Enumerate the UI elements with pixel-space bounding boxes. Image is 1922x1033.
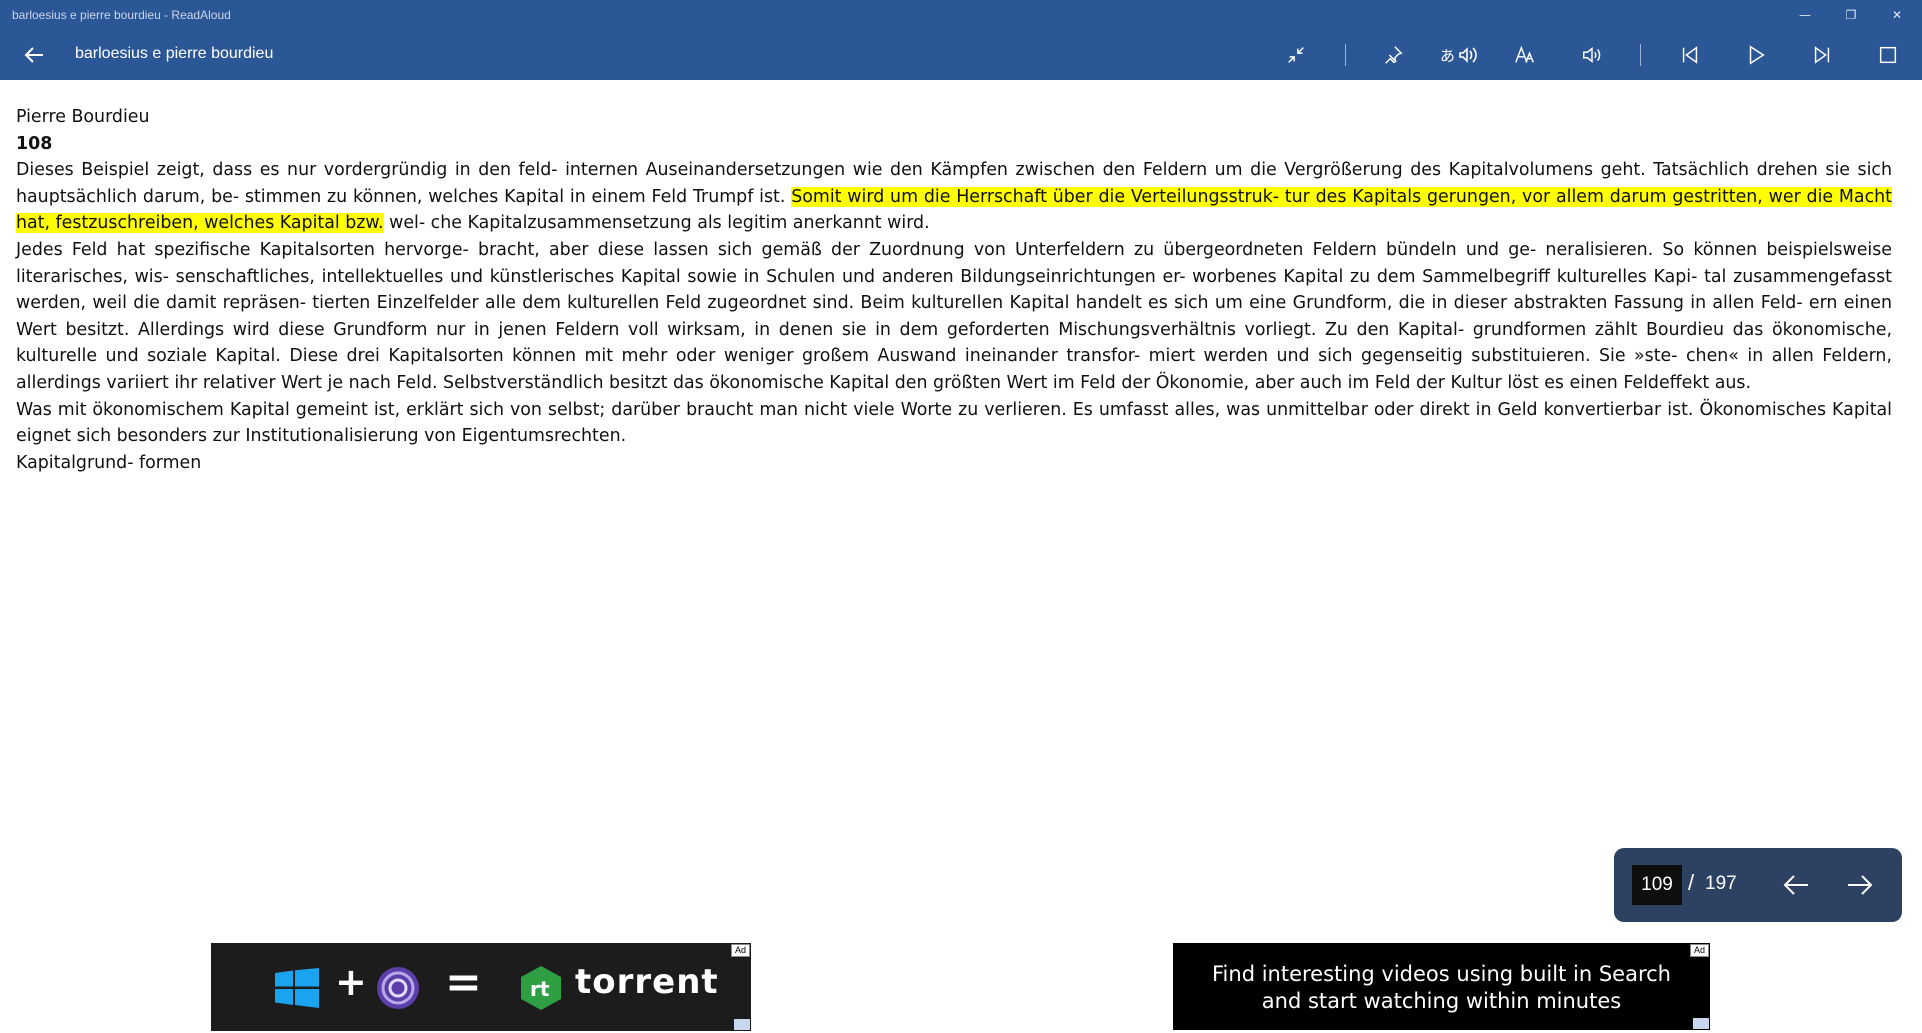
equals-sign: = — [445, 957, 482, 1008]
advertisement-banner[interactable]: + = rt torrent Ad — [211, 943, 751, 1031]
text-size-icon — [1515, 45, 1534, 63]
paragraph-text: wel- che Kapitalzusammensetzung als legi… — [383, 213, 930, 234]
paragraph-3: Was mit ökonomischem Kapital gemeint ist… — [16, 399, 1892, 447]
language-voice-icon: あ — [1440, 47, 1477, 65]
reader-content: Pierre Bourdieu 108 Dieses Beispiel zeig… — [16, 104, 1892, 476]
language-voice-button[interactable]: あ — [1437, 40, 1483, 70]
collapse-icon — [1288, 47, 1304, 63]
skip-next-icon — [1814, 46, 1830, 64]
play-icon — [1749, 45, 1765, 65]
document-title: barloesius e pierre bourdieu — [75, 45, 274, 62]
ad-text: Find interesting videos using built in S… — [1173, 961, 1710, 1015]
paragraph-2: Jedes Feld hat spezifische Kapitalsorten… — [16, 239, 1892, 393]
skip-previous-icon — [1682, 46, 1698, 64]
stop-button[interactable] — [1868, 40, 1908, 70]
window-title: barloesius e pierre bourdieu - ReadAloud — [12, 8, 231, 22]
advertisement-banner[interactable]: Find interesting videos using built in S… — [1173, 943, 1710, 1030]
paragraph-4: Kapitalgrund- formen — [16, 452, 202, 473]
page-navigator: 109 / 197 — [1614, 848, 1902, 922]
stop-icon — [1879, 46, 1897, 64]
close-window-button[interactable]: ✕ — [1874, 0, 1920, 30]
volume-icon — [1583, 47, 1601, 63]
restore-icon: ❐ — [1845, 8, 1857, 22]
ad-text-line: and start watching within minutes — [1261, 989, 1622, 1013]
paragraph-1: Dieses Beispiel zeigt, dass es nur vorde… — [16, 157, 1892, 237]
document-heading: Pierre Bourdieu — [16, 107, 150, 127]
ad-brand-text: torrent — [575, 962, 719, 1002]
arrow-left-icon — [1783, 875, 1808, 895]
back-arrow-icon — [24, 47, 43, 63]
svg-text:あ: あ — [1440, 47, 1455, 65]
minimize-button[interactable]: — — [1782, 0, 1828, 30]
ad-label: Ad — [1689, 944, 1709, 957]
skip-next-button[interactable] — [1802, 40, 1842, 70]
ad-label: Ad — [730, 944, 750, 957]
ad-text-line: Find interesting videos using built in S… — [1212, 962, 1671, 986]
minimize-icon: — — [1799, 8, 1811, 22]
plus-sign: + — [335, 960, 367, 1004]
toolbar-divider — [1345, 44, 1346, 66]
windows-logo-icon — [275, 968, 319, 1008]
page-separator: / — [1688, 870, 1695, 895]
adchoices-icon[interactable] — [1693, 1018, 1709, 1029]
text-size-button[interactable] — [1505, 40, 1545, 70]
pin-button[interactable] — [1373, 40, 1413, 70]
pin-icon — [1385, 46, 1403, 64]
back-button[interactable] — [14, 36, 54, 74]
skip-previous-button[interactable] — [1670, 40, 1710, 70]
svg-text:rt: rt — [530, 977, 550, 1001]
adchoices-icon[interactable] — [734, 1019, 750, 1030]
close-icon: ✕ — [1891, 8, 1903, 22]
torrent-logo-icon: rt — [521, 966, 561, 1010]
window-titlebar: barloesius e pierre bourdieu - ReadAloud… — [0, 0, 1922, 30]
browser-logo-icon — [377, 967, 419, 1009]
restore-button[interactable]: ❐ — [1828, 0, 1874, 30]
app-bar: barloesius e pierre bourdieu あ — [0, 30, 1922, 80]
toolbar-divider — [1640, 44, 1641, 66]
play-button[interactable] — [1736, 40, 1776, 70]
page-number: 108 — [16, 133, 53, 154]
volume-button[interactable] — [1572, 40, 1612, 70]
arrow-right-icon — [1848, 875, 1873, 895]
current-page-input[interactable]: 109 — [1632, 865, 1682, 905]
previous-page-button[interactable] — [1776, 865, 1816, 905]
total-pages: 197 — [1705, 873, 1737, 894]
collapse-button[interactable] — [1276, 40, 1316, 70]
next-page-button[interactable] — [1840, 865, 1880, 905]
